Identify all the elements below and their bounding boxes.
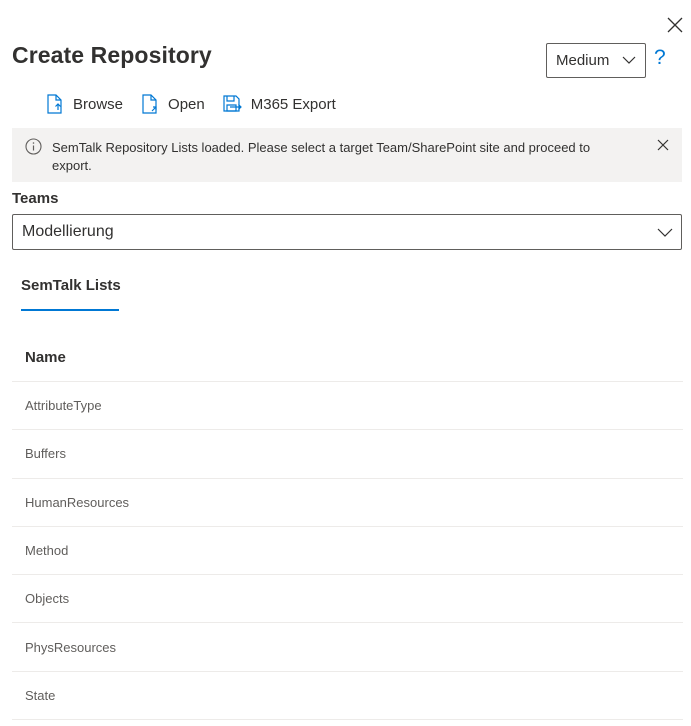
message-text: SemTalk Repository Lists loaded. Please … [52,140,591,173]
list-row[interactable]: Objects [12,575,683,624]
list-row[interactable]: AttributeType [12,382,683,431]
teams-dropdown[interactable]: Modellierung [12,214,682,250]
semtalk-lists-table: Name AttributeType Buffers HumanResource… [12,334,683,721]
teams-label: Teams [12,190,59,207]
tab-semtalk-lists[interactable]: SemTalk Lists [21,277,121,294]
size-dropdown-value: Medium [556,52,610,69]
close-dialog-button[interactable] [664,14,686,36]
list-row[interactable]: Method [12,527,683,576]
open-file-icon [142,94,157,114]
dismiss-message-icon[interactable] [656,138,670,152]
message-bar: SemTalk Repository Lists loaded. Please … [12,128,682,182]
list-row[interactable]: PhysResources [12,623,683,672]
help-button[interactable]: ? [654,46,666,70]
save-export-icon [223,95,242,112]
list-row[interactable]: HumanResources [12,479,683,527]
document-arrow-icon [47,94,62,114]
m365-export-button[interactable]: M365 Export [223,95,336,113]
browse-button[interactable]: Browse [46,94,123,114]
browse-label: Browse [73,95,124,113]
close-icon [667,17,683,33]
open-button[interactable]: Open [141,94,205,114]
info-icon [25,138,42,155]
size-dropdown[interactable]: Medium [546,43,646,78]
column-header-name[interactable]: Name [12,334,683,382]
open-label: Open [168,95,205,113]
chevron-down-icon [622,56,636,64]
teams-dropdown-value: Modellierung [22,223,114,240]
page-title: Create Repository [12,42,212,68]
list-row[interactable]: State [12,672,683,721]
chevron-down-icon [657,228,673,237]
m365-export-label: M365 Export [250,95,336,113]
tab-selected-indicator [21,309,119,311]
list-row[interactable]: Buffers [12,430,683,479]
toolbar: Browse Open M365 Export [46,92,354,116]
